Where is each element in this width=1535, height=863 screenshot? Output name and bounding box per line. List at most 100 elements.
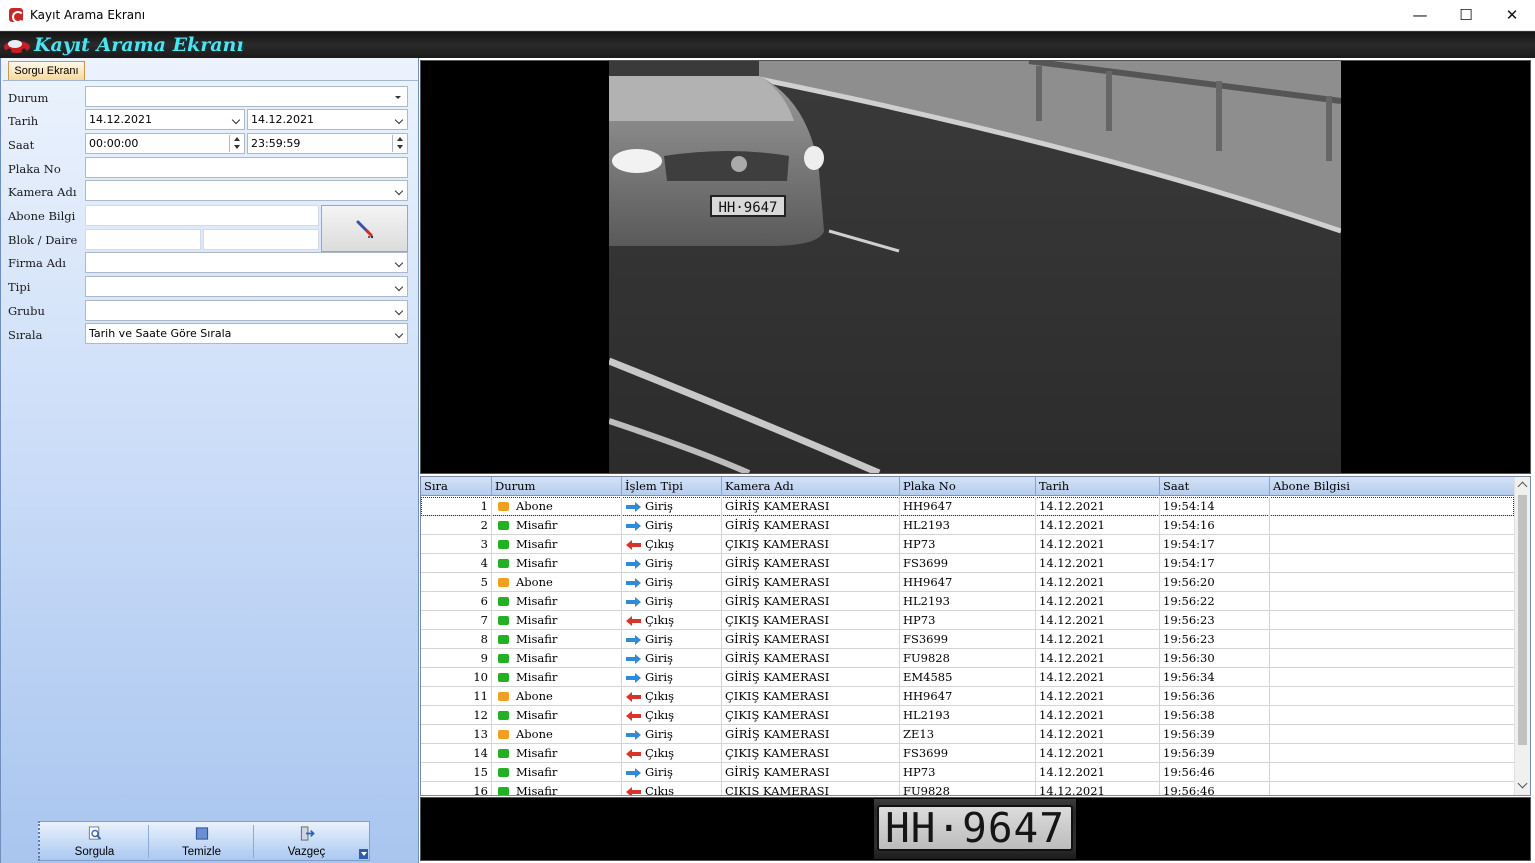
- cell-sira: 4: [421, 554, 492, 573]
- cell-text: 19:56:46: [1163, 784, 1215, 796]
- cell-text: 19:56:39: [1163, 746, 1215, 760]
- records-table[interactable]: Sıra Durum İşlem Tipi Kamera Adı Plaka N…: [420, 476, 1531, 796]
- close-button[interactable]: ✕: [1489, 0, 1535, 31]
- date-from-picker[interactable]: 14.12.2021: [85, 109, 245, 130]
- scroll-thumb[interactable]: [1518, 495, 1527, 745]
- cell-saat: 19:54:17: [1160, 535, 1270, 554]
- cell-kamera: GİRİŞ KAMERASI: [722, 630, 900, 649]
- scroll-up-icon[interactable]: [1517, 481, 1528, 492]
- cell-text: Misafir: [516, 594, 558, 608]
- cell-tarih: 14.12.2021: [1036, 744, 1160, 763]
- label-kamera: Kamera Adı: [8, 185, 77, 199]
- col-saat[interactable]: Saat: [1160, 477, 1270, 496]
- cell-text: FS3699: [903, 632, 949, 646]
- cell-durum: Misafir: [492, 611, 622, 630]
- cell-text: ÇIKIŞ KAMERASI: [725, 613, 829, 627]
- time-from-input[interactable]: 00:00:00: [85, 133, 245, 154]
- date-to-picker[interactable]: 14.12.2021: [247, 109, 408, 130]
- cell-durum: Misafir: [492, 592, 622, 611]
- cell-tarih: 14.12.2021: [1036, 497, 1160, 516]
- table-row[interactable]: 15 Misafir Giriş GİRİŞ KAMERASI HP73 14.12.20…: [421, 763, 1514, 782]
- col-durum[interactable]: Durum: [492, 477, 622, 496]
- entry-arrow-icon: [626, 521, 641, 531]
- cell-kamera: GİRİŞ KAMERASI: [722, 497, 900, 516]
- cell-abone: [1270, 744, 1514, 763]
- type-select[interactable]: [85, 276, 408, 297]
- scroll-down-icon[interactable]: [1517, 778, 1528, 789]
- group-select[interactable]: [85, 300, 408, 321]
- cell-durum: Misafir: [492, 782, 622, 795]
- cell-text: Abone: [516, 727, 553, 741]
- cell-durum: Abone: [492, 573, 622, 592]
- table-row[interactable]: 1 Abone Giriş GİRİŞ KAMERASI HH9647 14.12.202…: [421, 497, 1514, 516]
- table-row[interactable]: 16 Misafir Çıkış ÇIKIŞ KAMERASI FU9828 14.12.…: [421, 782, 1514, 796]
- vazgec-button[interactable]: Vazgeç: [254, 822, 359, 860]
- cell-sira: 16: [421, 782, 492, 796]
- plate-input[interactable]: [85, 157, 408, 178]
- col-islem-tipi[interactable]: İşlem Tipi: [622, 477, 722, 496]
- table-row[interactable]: 11 Abone Çıkış ÇIKIŞ KAMERASI HH9647 14.12.20…: [421, 687, 1514, 706]
- table-row[interactable]: 2 Misafir Giriş GİRİŞ KAMERASI HL2193 14.12.2…: [421, 516, 1514, 535]
- time-to-input[interactable]: 23:59:59: [247, 133, 408, 154]
- subscriber-pick-button[interactable]: [321, 205, 408, 252]
- table-row[interactable]: 8 Misafir Giriş GİRİŞ KAMERASI FS3699 14.12.2…: [421, 630, 1514, 649]
- status-dot-icon: [498, 673, 509, 682]
- subscriber-input[interactable]: [85, 205, 319, 226]
- cell-text: HP73: [903, 613, 936, 627]
- camera-select[interactable]: [85, 180, 408, 201]
- table-row[interactable]: 9 Misafir Giriş GİRİŞ KAMERASI FU9828 14.12.2…: [421, 649, 1514, 668]
- time-to-spinner[interactable]: [392, 135, 406, 152]
- table-scrollbar[interactable]: [1514, 477, 1530, 795]
- table-row[interactable]: 12 Misafir Çıkış ÇIKIŞ KAMERASI HL2193 14.12.…: [421, 706, 1514, 725]
- maximize-button[interactable]: ☐: [1443, 0, 1489, 31]
- table-row[interactable]: 4 Misafir Giriş GİRİŞ KAMERASI FS3699 14.12.2…: [421, 554, 1514, 573]
- cell-text: ZE13: [903, 727, 935, 741]
- cell-sira: 15: [421, 763, 492, 782]
- table-row[interactable]: 3 Misafir Çıkış ÇIKIŞ KAMERASI HP73 14.12.202…: [421, 535, 1514, 554]
- table-row[interactable]: 10 Misafir Giriş GİRİŞ KAMERASI EM4585 14.12.…: [421, 668, 1514, 687]
- durum-select[interactable]: [85, 86, 408, 107]
- block-input[interactable]: [85, 229, 201, 250]
- company-select[interactable]: [85, 252, 408, 273]
- cell-text: Misafir: [516, 537, 558, 551]
- cell-text: 16: [473, 784, 488, 796]
- cell-abone: [1270, 611, 1514, 630]
- cell-text: 19:56:23: [1163, 613, 1215, 627]
- cell-kamera: ÇIKIŞ KAMERASI: [722, 706, 900, 725]
- apartment-input[interactable]: [203, 229, 319, 250]
- exit-arrow-icon: [626, 692, 641, 702]
- temizle-button[interactable]: Temizle: [149, 822, 254, 860]
- cell-kamera: GİRİŞ KAMERASI: [722, 592, 900, 611]
- cell-text: 14.12.2021: [1039, 765, 1105, 779]
- label-firma: Firma Adı: [8, 256, 66, 270]
- exit-arrow-icon: [626, 787, 641, 795]
- cell-islem: Çıkış: [622, 782, 722, 795]
- cell-plaka: HP73: [900, 611, 1036, 630]
- table-row[interactable]: 6 Misafir Giriş GİRİŞ KAMERASI HL2193 14.12.2…: [421, 592, 1514, 611]
- col-abone-bilgisi[interactable]: Abone Bilgisi: [1270, 477, 1514, 496]
- cell-sira: 3: [421, 535, 492, 554]
- table-row[interactable]: 13 Abone Giriş GİRİŞ KAMERASI ZE13 14.12.2021…: [421, 725, 1514, 744]
- col-kamera-adi[interactable]: Kamera Adı: [722, 477, 900, 496]
- table-row[interactable]: 14 Misafir Çıkış ÇIKIŞ KAMERASI FS3699 14.12.…: [421, 744, 1514, 763]
- col-tarih[interactable]: Tarih: [1036, 477, 1160, 496]
- cell-kamera: ÇIKIŞ KAMERASI: [722, 535, 900, 554]
- time-from-spinner[interactable]: [229, 135, 243, 152]
- toolbar-overflow-icon[interactable]: [359, 849, 368, 859]
- col-sira[interactable]: Sıra: [421, 477, 492, 496]
- entry-arrow-icon: [626, 654, 641, 664]
- cell-text: GİRİŞ KAMERASI: [725, 575, 830, 589]
- status-dot-icon: [498, 692, 509, 701]
- entry-arrow-icon: [626, 730, 641, 740]
- sorgula-button[interactable]: Sorgula: [42, 822, 147, 860]
- cell-kamera: GİRİŞ KAMERASI: [722, 763, 900, 782]
- minimize-button[interactable]: —: [1397, 0, 1443, 31]
- cell-text: 14.12.2021: [1039, 670, 1105, 684]
- sort-select[interactable]: Tarih ve Saate Göre Sırala: [85, 323, 408, 344]
- table-row[interactable]: 5 Abone Giriş GİRİŞ KAMERASI HH9647 14.12.202…: [421, 573, 1514, 592]
- table-row[interactable]: 7 Misafir Çıkış ÇIKIŞ KAMERASI HP73 14.12.202…: [421, 611, 1514, 630]
- tab-sorgu-ekrani[interactable]: Sorgu Ekranı: [8, 61, 85, 81]
- col-plaka-no[interactable]: Plaka No: [900, 477, 1036, 496]
- cell-durum: Misafir: [492, 535, 622, 554]
- cell-text: 14.12.2021: [1039, 613, 1105, 627]
